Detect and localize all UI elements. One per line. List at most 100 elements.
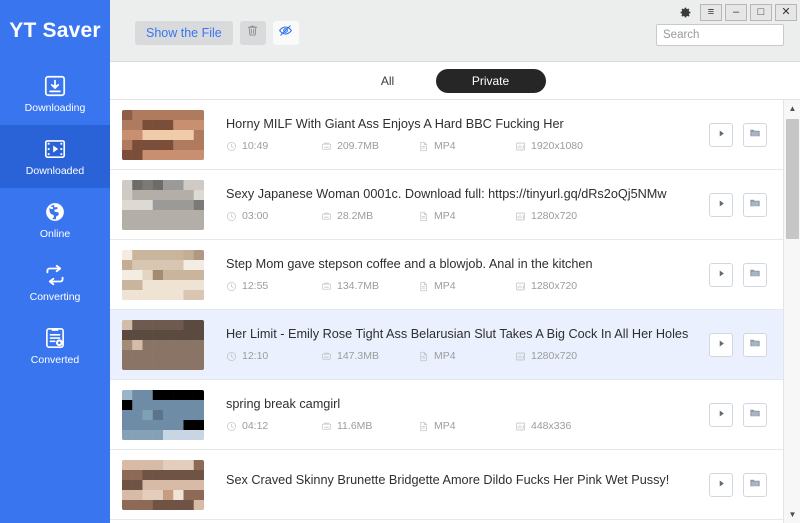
video-thumbnail[interactable] — [122, 109, 204, 160]
row-title: Sexy Japanese Woman 0001c. Download full… — [226, 187, 667, 201]
row-title: Horny MILF With Giant Ass Enjoys A Hard … — [226, 117, 564, 131]
sidebar: YT Saver Downloading Downloaded Online C… — [0, 0, 110, 523]
table-row[interactable]: Step Mom gave stepson coffee and a blowj… — [110, 240, 783, 310]
open-folder-button[interactable] — [743, 192, 767, 217]
row-resolution: 1280x720 — [531, 210, 578, 222]
clock-icon — [226, 141, 237, 152]
play-button[interactable] — [709, 472, 733, 497]
row-duration: 12:55 — [242, 280, 269, 292]
row-actions — [709, 332, 783, 357]
vertical-scrollbar[interactable]: ▲ ▼ — [783, 100, 800, 523]
play-button[interactable] — [709, 402, 733, 427]
table-row[interactable]: Sex Craved Skinny Brunette Bridgette Amo… — [110, 450, 783, 520]
open-folder-button[interactable] — [743, 332, 767, 357]
row-metadata: 03:00 28.2MB MP4 1280x720 — [226, 210, 709, 222]
delete-button[interactable] — [239, 21, 266, 45]
folder-icon — [749, 126, 761, 144]
film-strip-icon — [42, 136, 68, 162]
table-row[interactable]: Her Limit - Emily Rose Tight Ass Belarus… — [110, 310, 783, 380]
app-brand: YT Saver — [9, 19, 101, 42]
row-resolution: 448x336 — [531, 420, 572, 432]
clock-icon — [226, 281, 237, 292]
row-filesize: 209.7MB — [337, 140, 380, 152]
play-button[interactable] — [709, 122, 733, 147]
clock-icon — [226, 211, 237, 222]
video-thumbnail[interactable] — [122, 319, 204, 370]
hard-drive-icon — [321, 421, 332, 432]
show-the-file-button[interactable]: Show the File — [135, 21, 233, 45]
row-body: Sexy Japanese Woman 0001c. Download full… — [204, 187, 709, 222]
row-resolution: 1920x1080 — [531, 140, 583, 152]
row-format: MP4 — [434, 210, 456, 222]
open-folder-button[interactable] — [743, 472, 767, 497]
sidebar-item-online[interactable]: Online — [0, 188, 110, 251]
gear-icon[interactable] — [676, 3, 694, 21]
window-maximize-button[interactable]: □ — [750, 3, 772, 21]
table-row[interactable]: Horny MILF With Giant Ass Enjoys A Hard … — [110, 100, 783, 170]
convert-loop-icon — [42, 262, 68, 288]
window-menu-button[interactable]: ≡ — [700, 3, 722, 21]
row-duration: 03:00 — [242, 210, 269, 222]
sidebar-item-label: Converted — [30, 354, 80, 367]
window-close-button[interactable]: ✕ — [775, 3, 797, 21]
sidebar-item-downloaded[interactable]: Downloaded — [0, 125, 110, 188]
resolution-icon — [515, 141, 526, 152]
row-format: MP4 — [434, 350, 456, 362]
play-button[interactable] — [709, 262, 733, 287]
sidebar-item-converted[interactable]: Converted — [0, 314, 110, 377]
video-thumbnail[interactable] — [122, 389, 204, 440]
row-body: Horny MILF With Giant Ass Enjoys A Hard … — [204, 117, 709, 152]
sidebar-item-downloading[interactable]: Downloading — [0, 62, 110, 125]
play-icon — [716, 406, 727, 424]
row-actions — [709, 192, 783, 217]
row-body: Step Mom gave stepson coffee and a blowj… — [204, 257, 709, 292]
table-row[interactable]: spring break camgirl 04:12 11.6MB MP4 44… — [110, 380, 783, 450]
hide-private-button[interactable] — [272, 21, 299, 45]
hard-drive-icon — [321, 281, 332, 292]
row-format: MP4 — [434, 140, 456, 152]
scrollbar-thumb[interactable] — [786, 119, 799, 239]
play-icon — [716, 476, 727, 494]
download-box-icon — [42, 73, 68, 99]
topbar: ≡ – □ ✕ Show the File — [110, 0, 800, 62]
video-thumbnail[interactable] — [122, 179, 204, 230]
row-title: Sex Craved Skinny Brunette Bridgette Amo… — [226, 473, 670, 487]
open-folder-button[interactable] — [743, 402, 767, 427]
search-box[interactable] — [656, 24, 784, 46]
row-filesize: 28.2MB — [337, 210, 374, 222]
row-title: Step Mom gave stepson coffee and a blowj… — [226, 257, 593, 271]
open-folder-button[interactable] — [743, 262, 767, 287]
folder-icon — [749, 336, 761, 354]
scroll-up-button[interactable]: ▲ — [784, 100, 800, 117]
row-resolution: 1280x720 — [531, 350, 578, 362]
tab-all[interactable]: All — [365, 69, 411, 93]
file-icon — [418, 211, 429, 222]
file-icon — [418, 351, 429, 362]
video-thumbnail[interactable] — [122, 249, 204, 300]
sidebar-item-converting[interactable]: Converting — [0, 251, 110, 314]
app-window: YT Saver Downloading Downloaded Online C… — [0, 0, 800, 523]
trash-icon — [246, 24, 259, 42]
eye-off-icon — [278, 23, 293, 43]
row-actions — [709, 122, 783, 147]
play-button[interactable] — [709, 192, 733, 217]
row-title: spring break camgirl — [226, 397, 341, 411]
file-icon — [418, 281, 429, 292]
row-body: Sex Craved Skinny Brunette Bridgette Amo… — [204, 473, 709, 496]
row-metadata: 10:49 209.7MB MP4 1920x1080 — [226, 140, 709, 152]
play-icon — [716, 266, 727, 284]
search-input[interactable] — [657, 25, 783, 45]
folder-icon — [749, 196, 761, 214]
filter-tabs: All Private — [110, 62, 800, 100]
scroll-down-button[interactable]: ▼ — [784, 506, 800, 523]
row-metadata: 04:12 11.6MB MP4 448x336 — [226, 420, 709, 432]
row-actions — [709, 402, 783, 427]
window-minimize-button[interactable]: – — [725, 3, 747, 21]
table-row[interactable]: Sexy Japanese Woman 0001c. Download full… — [110, 170, 783, 240]
video-thumbnail[interactable] — [122, 459, 204, 510]
clock-icon — [226, 421, 237, 432]
download-list: Horny MILF With Giant Ass Enjoys A Hard … — [110, 100, 783, 523]
tab-private[interactable]: Private — [435, 68, 546, 93]
play-button[interactable] — [709, 332, 733, 357]
open-folder-button[interactable] — [743, 122, 767, 147]
